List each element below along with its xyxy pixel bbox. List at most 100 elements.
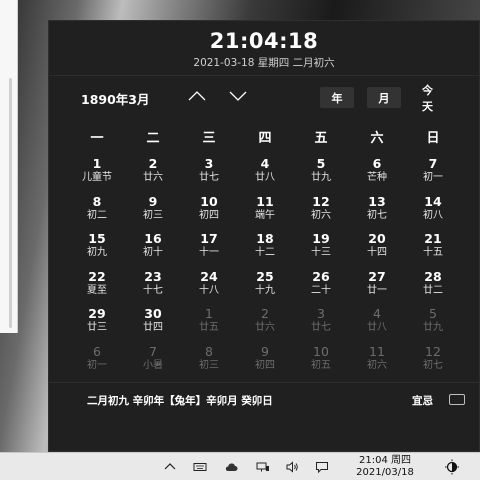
day-cell[interactable]: 19 十三 bbox=[293, 229, 349, 267]
day-cell-adjacent-month[interactable]: 7 小暑 bbox=[125, 342, 181, 380]
day-cell[interactable]: 8 初二 bbox=[69, 192, 125, 230]
lunar-label: 十四 bbox=[367, 247, 387, 258]
lunar-date-info: 二月初九 辛卯年【兔年】辛卯月 癸卯日 bbox=[87, 395, 273, 407]
day-number: 15 bbox=[88, 231, 106, 246]
day-number: 24 bbox=[200, 268, 218, 284]
day-number: 6 bbox=[372, 156, 382, 171]
lunar-label: 初四 bbox=[199, 209, 219, 221]
day-cell-adjacent-month[interactable]: 3 廿七 bbox=[293, 304, 349, 342]
lunar-label: 初九 bbox=[87, 247, 107, 258]
current-time: 21:04:18 bbox=[209, 29, 319, 53]
lunar-label: 初六 bbox=[367, 359, 387, 371]
day-cell[interactable]: 24 十八 bbox=[181, 267, 237, 305]
show-hidden-icons-button[interactable] bbox=[162, 459, 178, 475]
day-cell[interactable]: 23 十七 bbox=[125, 267, 181, 305]
day-cell-adjacent-month[interactable]: 8 初三 bbox=[181, 342, 237, 380]
day-cell[interactable]: 5 廿九 bbox=[293, 154, 349, 192]
month-view-button[interactable]: 月 bbox=[367, 87, 401, 108]
day-cell[interactable]: 12 初六 bbox=[293, 192, 349, 230]
cloud-icon bbox=[225, 463, 238, 471]
current-date-line: 2021-03-18 星期四 二月初六 bbox=[193, 57, 335, 69]
day-number: 3 bbox=[204, 156, 214, 171]
calendar-panel: 21:04:18 2021-03-18 星期四 二月初六 1890年3月 年 月… bbox=[48, 20, 480, 452]
weekday-label: 五 bbox=[314, 131, 328, 146]
window-scrollbar[interactable] bbox=[9, 78, 12, 328]
weekday-label: 二 bbox=[146, 131, 160, 146]
volume-icon bbox=[286, 461, 298, 473]
day-cell-adjacent-month[interactable]: 5 廿九 bbox=[405, 304, 461, 342]
day-cell-adjacent-month[interactable]: 12 初七 bbox=[405, 342, 461, 380]
lunar-label: 端午 bbox=[255, 209, 275, 221]
day-cell[interactable]: 7 初一 bbox=[405, 154, 461, 192]
message-icon bbox=[316, 462, 328, 474]
year-view-button[interactable]: 年 bbox=[320, 87, 354, 108]
day-cell[interactable]: 14 初八 bbox=[405, 192, 461, 230]
day-number: 23 bbox=[144, 268, 162, 284]
day-cell[interactable]: 29 廿三 bbox=[69, 304, 125, 342]
keyboard-icon bbox=[193, 463, 207, 471]
today-button[interactable]: 今天 bbox=[413, 84, 451, 113]
day-cell[interactable]: 4 廿八 bbox=[237, 154, 293, 192]
day-number: 12 bbox=[312, 193, 330, 209]
day-cell[interactable]: 20 十四 bbox=[349, 229, 405, 267]
day-cell[interactable]: 21 十五 bbox=[405, 229, 461, 267]
lunar-label: 廿四 bbox=[143, 322, 163, 333]
day-number: 1 bbox=[92, 156, 102, 171]
day-cell[interactable]: 26 二十 bbox=[293, 267, 349, 305]
day-cell-adjacent-month[interactable]: 2 廿六 bbox=[237, 304, 293, 342]
day-cell[interactable]: 1 儿童节 bbox=[69, 154, 125, 192]
day-cell[interactable]: 30 廿四 bbox=[125, 304, 181, 342]
day-cell-adjacent-month[interactable]: 1 廿五 bbox=[181, 304, 237, 342]
day-number: 3 bbox=[317, 306, 325, 321]
month-title[interactable]: 1890年3月 bbox=[81, 89, 150, 108]
day-cell[interactable]: 16 初十 bbox=[125, 229, 181, 267]
weekday-label: 一 bbox=[90, 131, 104, 146]
next-month-button[interactable] bbox=[227, 87, 249, 105]
lunar-label: 初二 bbox=[87, 209, 107, 221]
day-cell-adjacent-month[interactable]: 9 初四 bbox=[237, 342, 293, 380]
lunar-label: 初七 bbox=[367, 209, 387, 221]
chevron-down-icon bbox=[229, 91, 247, 101]
day-cell[interactable]: 6 芒种 bbox=[349, 154, 405, 192]
yiji-toggle[interactable] bbox=[449, 394, 465, 405]
day-cell[interactable]: 3 廿七 bbox=[181, 154, 237, 192]
day-cell[interactable]: 13 初七 bbox=[349, 192, 405, 230]
day-cell[interactable]: 28 廿二 bbox=[405, 267, 461, 305]
day-number: 19 bbox=[312, 231, 330, 246]
network-button[interactable] bbox=[255, 459, 271, 475]
day-cell-adjacent-month[interactable]: 10 初五 bbox=[293, 342, 349, 380]
cloud-button[interactable] bbox=[223, 459, 239, 475]
background-window[interactable] bbox=[0, 0, 18, 333]
day-number: 7 bbox=[149, 343, 157, 359]
taskbar-clock[interactable]: 21:04 周四 2021/03/18 bbox=[345, 455, 425, 479]
day-cell[interactable]: 18 十二 bbox=[237, 229, 293, 267]
lunar-label: 十八 bbox=[199, 284, 219, 296]
day-cell[interactable]: 2 廿六 bbox=[125, 154, 181, 192]
day-cell-adjacent-month[interactable]: 6 初一 bbox=[69, 342, 125, 380]
day-cell[interactable]: 11 端午 bbox=[237, 192, 293, 230]
day-number: 9 bbox=[261, 343, 269, 359]
day-cell[interactable]: 22 夏至 bbox=[69, 267, 125, 305]
weekday-label: 四 bbox=[258, 131, 272, 146]
lunar-label: 廿一 bbox=[367, 284, 387, 296]
day-cell[interactable]: 10 初四 bbox=[181, 192, 237, 230]
volume-button[interactable] bbox=[284, 459, 300, 475]
lunar-label: 廿五 bbox=[199, 322, 219, 333]
day-cell[interactable]: 27 廿一 bbox=[349, 267, 405, 305]
lunar-label: 廿八 bbox=[367, 322, 387, 333]
message-button[interactable] bbox=[314, 459, 330, 475]
lunar-label: 十七 bbox=[143, 284, 163, 296]
prev-month-button[interactable] bbox=[186, 87, 208, 105]
keyboard-button[interactable] bbox=[192, 459, 208, 475]
notification-icon bbox=[445, 459, 459, 475]
lunar-label: 芒种 bbox=[367, 172, 387, 183]
day-cell[interactable]: 15 初九 bbox=[69, 229, 125, 267]
day-cell[interactable]: 9 初三 bbox=[125, 192, 181, 230]
day-cell[interactable]: 17 十一 bbox=[181, 229, 237, 267]
footer-divider bbox=[49, 382, 479, 383]
weekday-label: 六 bbox=[370, 131, 384, 146]
notification-center-button[interactable] bbox=[440, 458, 464, 476]
day-cell-adjacent-month[interactable]: 11 初六 bbox=[349, 342, 405, 380]
day-cell[interactable]: 25 十九 bbox=[237, 267, 293, 305]
day-cell-adjacent-month[interactable]: 4 廿八 bbox=[349, 304, 405, 342]
